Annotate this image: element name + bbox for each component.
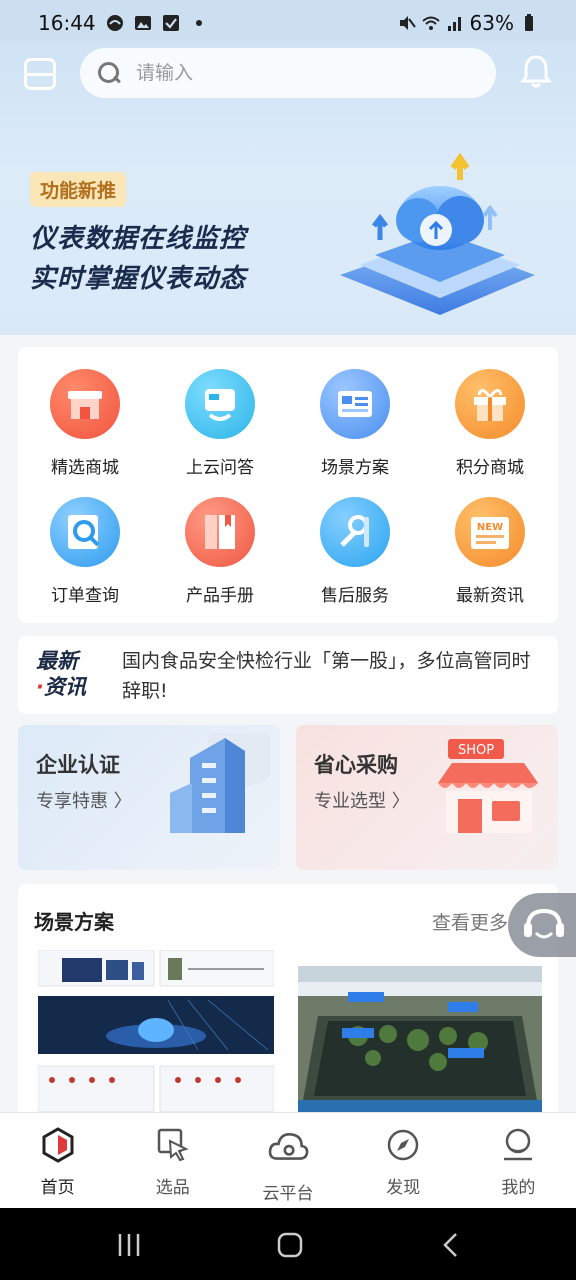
news-icon: NEW [455,497,525,567]
nav-home[interactable]: 首页 [0,1113,115,1208]
scene-icon [320,369,390,439]
bottom-navigation: 首页 选品 云平台 发现 我的 [0,1112,576,1208]
news-logo: 最新 ·资讯 [36,648,116,700]
customer-service-button[interactable] [508,893,576,957]
grid-item-after-sales[interactable]: 售后服务 [295,497,415,606]
view-more-link[interactable]: 查看更多 [432,908,508,935]
grid-label: 订单查询 [51,586,119,606]
dot-icon [195,20,202,26]
grid-item-product-manual[interactable]: 产品手册 [160,497,280,606]
signal-icon [447,17,461,31]
battery-percent: 63% [469,11,514,35]
promo-title: 省心采购 [314,753,398,777]
nav-profile[interactable]: 我的 [461,1113,576,1208]
shop-icon [50,369,120,439]
manual-icon [185,497,255,567]
grid-item-latest-news[interactable]: NEW 最新资讯 [430,497,550,606]
recent-apps-icon[interactable] [114,1230,144,1260]
grid-item-shop[interactable]: 精选商城 [25,369,145,478]
news-logo-line1: 最新 [36,649,78,673]
search-icon [96,60,122,86]
nav-label: 发现 [386,1178,421,1198]
grid-label: 积分商城 [456,458,524,478]
section-title: 场景方案 [34,910,114,934]
grid-label: 售后服务 [321,586,389,606]
grid-label: 产品手册 [186,586,254,606]
nav-label: 云平台 [262,1184,314,1204]
easy-purchase-card[interactable]: 省心采购 专业选型 〉 SHOP [296,725,558,870]
nav-label: 选品 [155,1178,190,1198]
grid-item-qa[interactable]: 上云问答 [160,369,280,478]
grid-item-scene[interactable]: 场景方案 [295,369,415,478]
grid-label: 上云问答 [186,458,254,478]
battery-icon [525,14,533,31]
scene-thumbnail-monitoring[interactable] [38,950,274,1112]
grid-item-order-search[interactable]: 订单查询 [25,497,145,606]
gift-icon [455,369,525,439]
news-logo-dot: · [36,675,44,699]
scene-solutions-section: 场景方案 查看更多 [18,884,558,1112]
notification-icon [106,15,123,31]
select-icon [157,1128,189,1162]
news-logo-line2: 资讯 [43,675,86,699]
scene-thumbnail-water-treatment[interactable] [298,966,542,1112]
building-illustration [170,733,270,833]
profile-icon [504,1128,533,1161]
hero-banner[interactable]: 功能新推 仪表数据在线监控 实时掌握仪表动态 [0,40,576,335]
bell-icon[interactable] [520,54,552,90]
hero-title-line2: 实时掌握仪表动态 [30,264,247,294]
back-icon[interactable] [436,1230,466,1260]
news-headline[interactable]: 国内食品安全快检行业「第一股」，多位高管同时辞职! [122,646,542,706]
nav-discover[interactable]: 发现 [346,1113,461,1208]
cloud-upload-illustration [340,152,535,315]
news-ticker[interactable]: 最新 ·资讯 国内食品安全快检行业「第一股」，多位高管同时辞职! [18,636,558,714]
promo-subtitle: 专业选型 〉 [314,791,410,812]
nav-label: 我的 [501,1178,536,1198]
search-bar[interactable] [80,48,496,98]
hero-title-line1: 仪表数据在线监控 [30,224,247,254]
shop-storefront-illustration: SHOP [438,739,538,833]
menu-icon[interactable] [24,58,56,90]
home-icon [42,1127,74,1163]
home-button-icon[interactable] [275,1230,305,1260]
promo-subtitle: 专享特惠 〉 [36,791,132,812]
top-bar [0,48,576,100]
check-icon [162,15,179,31]
nav-label: 首页 [40,1178,75,1198]
promo-title: 企业认证 [36,753,120,777]
nav-cloud-platform[interactable]: 云平台 [230,1113,345,1208]
qa-icon [185,369,255,439]
grid-label: 场景方案 [321,458,389,478]
enterprise-cert-card[interactable]: 企业认证 专享特惠 〉 [18,725,280,870]
grid-label: 最新资讯 [456,586,524,606]
news-logo-line2-wrap: ·资讯 [36,674,116,700]
cloud-icon [268,1133,309,1160]
hero-tag: 功能新推 [30,172,127,207]
status-time: 16:44 [38,11,96,35]
svg-text:NEW: NEW [477,522,503,533]
wifi-icon [421,16,440,30]
service-icon [320,497,390,567]
headset-icon [524,908,564,939]
gallery-icon [134,16,151,30]
compass-icon [387,1129,419,1161]
mute-icon [399,16,416,30]
nav-select[interactable]: 选品 [115,1113,230,1208]
feature-grid: 精选商城 上云问答 场景方案 积分商城 订单查询 产品手册 售后服务 NEW 最… [18,347,558,623]
order-search-icon [50,497,120,567]
shop-sign-text: SHOP [458,743,494,758]
grid-item-points-mall[interactable]: 积分商城 [430,369,550,478]
search-input[interactable] [136,62,436,84]
grid-label: 精选商城 [51,458,119,478]
system-nav-bar [0,1208,576,1280]
